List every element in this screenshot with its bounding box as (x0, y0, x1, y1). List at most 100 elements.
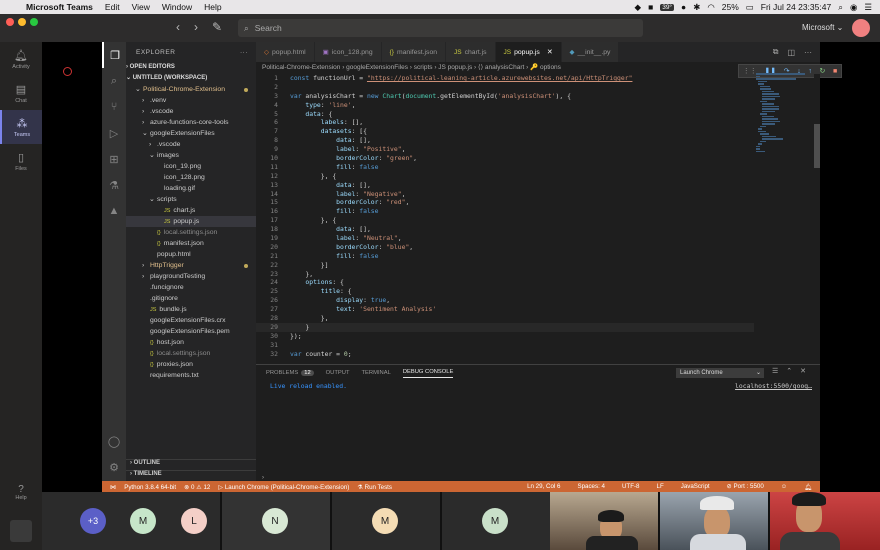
participant-video[interactable] (550, 492, 658, 550)
code-line[interactable]: 2 (256, 83, 754, 92)
explorer-icon[interactable]: ❐ (102, 42, 126, 68)
remote-icon[interactable]: ⋈ (110, 484, 116, 491)
tree-item[interactable]: {} manifest.json (126, 238, 256, 249)
code-line[interactable]: 23 }, (256, 270, 754, 279)
app-menu[interactable]: Microsoft Teams (26, 2, 93, 12)
menu-edit[interactable]: Edit (105, 2, 120, 12)
tab-problems[interactable]: PROBLEMS 12 (266, 370, 314, 376)
tree-item[interactable]: .funcignore (126, 282, 256, 293)
tree-item[interactable]: JS bundle.js (126, 304, 256, 315)
code-line[interactable]: 24 options: { (256, 278, 754, 287)
tree-item[interactable]: {} proxies.json (126, 359, 256, 370)
minimize-window-icon[interactable] (18, 18, 26, 26)
back-icon[interactable]: ‹ (176, 20, 180, 34)
code-line[interactable]: 18 data: [], (256, 225, 754, 234)
editor-scrollbar[interactable] (814, 74, 820, 364)
breadcrumb[interactable]: Political-Chrome-Extension › googleExten… (256, 62, 820, 74)
code-line[interactable]: 27 text: 'Sentiment Analysis' (256, 305, 754, 314)
tree-item[interactable]: › HttpTrigger (126, 260, 256, 271)
spotlight-icon[interactable]: ⌕ (838, 2, 843, 13)
search-view-icon[interactable]: ⌕ (102, 68, 126, 94)
status-port[interactable]: ⊘ Port : 5500 (727, 483, 764, 491)
tree-item[interactable]: ⌄ scripts (126, 194, 256, 205)
code-line[interactable]: 15 borderColor: "red", (256, 198, 754, 207)
code-line[interactable]: 12 }, { (256, 172, 754, 181)
tree-item[interactable]: JS chart.js (126, 205, 256, 216)
participant-tile[interactable]: +3 M L (42, 492, 220, 550)
creative-cloud-icon[interactable]: ● (681, 2, 686, 12)
compose-icon[interactable]: ✎ (212, 20, 222, 34)
editor-tab[interactable]: ◇ popup.html (256, 42, 315, 62)
teams-search-bar[interactable]: ⌕ Search (238, 19, 643, 37)
participant-tile[interactable]: M (442, 492, 550, 550)
code-line[interactable]: 28 }, (256, 314, 754, 323)
maximize-panel-icon[interactable]: ⌃ (786, 367, 792, 375)
console-source-link[interactable]: localhost:5500/goog… (735, 382, 812, 390)
overflow-participants[interactable]: +3 (80, 508, 106, 534)
rail-activity[interactable]: 🔔︎ Activity (0, 42, 42, 76)
close-panel-icon[interactable]: ✕ (800, 367, 806, 375)
editor-tab[interactable]: {} manifest.json (381, 42, 447, 62)
launch-config-select[interactable]: Launch Chrome ⌄ (676, 368, 764, 378)
outline-section[interactable]: › OUTLINE (126, 459, 256, 470)
azure-icon[interactable]: ▲ (102, 198, 126, 224)
forward-icon[interactable]: › (194, 20, 198, 34)
code-line[interactable]: 29 } (256, 322, 754, 332)
drag-handle-icon[interactable]: ⋮⋮ (743, 67, 757, 75)
menu-view[interactable]: View (132, 2, 150, 12)
tree-item[interactable]: › .vscode (126, 139, 256, 150)
code-line[interactable]: 4 type: 'line', (256, 101, 754, 110)
run-debug-icon[interactable]: ▷ (102, 120, 126, 146)
code-line[interactable]: 19 label: "Neutral", (256, 234, 754, 243)
code-line[interactable]: 10 borderColor: "green", (256, 154, 754, 163)
tree-item[interactable]: loading.gif (126, 183, 256, 194)
code-line[interactable]: 3 var analysisChart = new Chart(document.… (256, 92, 754, 101)
tree-item[interactable]: {} local.settings.json (126, 348, 256, 359)
editor-tab[interactable]: JS chart.js (446, 42, 496, 62)
code-line[interactable]: 32 var counter = 0; (256, 350, 754, 359)
testing-icon[interactable]: ⚗ (102, 172, 126, 198)
org-switcher[interactable]: Microsoft ⌄ (802, 23, 843, 32)
weather-badge[interactable]: 39° (660, 3, 675, 11)
editor-tab[interactable]: ▣ icon_128.png (314, 42, 382, 62)
rail-help[interactable]: ? Help (0, 484, 42, 501)
status-run-tests[interactable]: ⚗ Run Tests (357, 484, 392, 491)
participant-video[interactable] (660, 492, 768, 550)
editor-tab[interactable]: ◆ __init__.py (561, 42, 620, 62)
restart-icon[interactable]: ↻ (819, 67, 825, 75)
notifications-bell-icon[interactable]: 🔔︎ (804, 483, 812, 491)
tree-item[interactable]: ⌄ Political-Chrome-Extension (126, 84, 256, 95)
extensions-icon[interactable]: ⊞ (102, 146, 126, 172)
profile-avatar[interactable] (852, 19, 870, 37)
tree-item[interactable]: icon_19.png (126, 161, 256, 172)
open-editors-section[interactable]: › OPEN EDITORS (126, 62, 256, 73)
menu-help[interactable]: Help (204, 2, 221, 12)
tree-item[interactable]: JS popup.js (126, 216, 256, 227)
tree-item[interactable]: icon_128.png (126, 172, 256, 183)
code-editor[interactable]: 1 const functionUrl = "https://political-… (256, 74, 754, 364)
code-line[interactable]: 8 data: [], (256, 136, 754, 145)
tree-item[interactable]: googleExtensionFiles.crx (126, 315, 256, 326)
editor-tab[interactable]: JS popup.js ✕ (495, 42, 562, 62)
code-line[interactable]: 9 label: "Positive", (256, 145, 754, 154)
rail-chat[interactable]: ▤ Chat (0, 76, 42, 110)
code-line[interactable]: 14 label: "Negative", (256, 190, 754, 199)
tree-item[interactable]: requirements.txt (126, 370, 256, 381)
feedback-icon[interactable]: ☺ (781, 483, 787, 491)
code-line[interactable]: 17 }, { (256, 216, 754, 225)
menu-window[interactable]: Window (162, 2, 192, 12)
participant-video[interactable] (770, 492, 880, 550)
split-editor-icon[interactable]: ◫ (787, 48, 795, 57)
device-settings-icon[interactable] (10, 520, 32, 542)
user-icon[interactable]: ◉ (850, 2, 857, 13)
tree-item[interactable]: › playgroundTesting (126, 271, 256, 282)
tree-item[interactable]: › .vscode (126, 106, 256, 117)
zoom-window-icon[interactable] (30, 18, 38, 26)
account-icon[interactable]: ◯ (102, 428, 126, 454)
control-center-icon[interactable]: ☰ (864, 2, 872, 13)
status-position[interactable]: Ln 29, Col 6 (527, 483, 560, 491)
tree-item[interactable]: › azure-functions-core-tools (126, 117, 256, 128)
scrollbar-thumb[interactable] (814, 124, 820, 168)
status-encoding[interactable]: UTF-8 (622, 483, 640, 491)
close-window-icon[interactable] (6, 18, 14, 26)
